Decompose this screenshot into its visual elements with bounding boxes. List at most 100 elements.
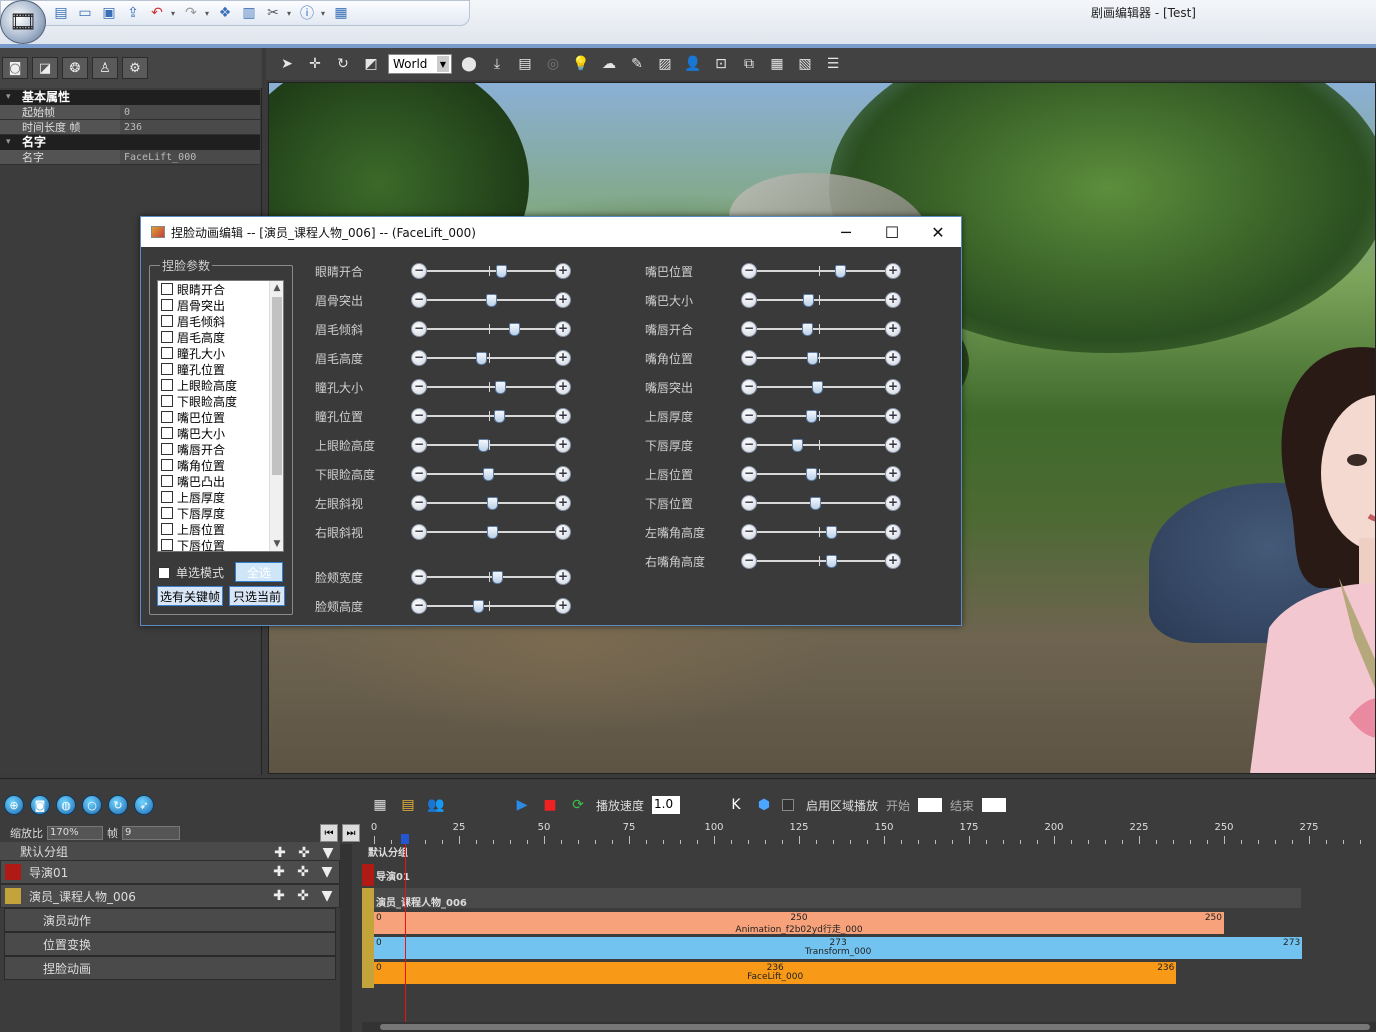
slider-thumb[interactable] [492, 571, 504, 584]
clipboard-icon[interactable]: ▤ [514, 53, 536, 75]
slider-track[interactable] [427, 379, 555, 395]
category-name[interactable]: 名字 [0, 135, 260, 150]
checklist-item[interactable]: 嘴巴位置 [158, 409, 283, 425]
increment-icon[interactable]: + [555, 379, 571, 395]
select-keyframes-button[interactable]: 选有关键帧 [157, 586, 223, 606]
subtrack-action[interactable]: 演员动作 [4, 908, 336, 932]
checkbox[interactable] [161, 523, 173, 535]
slider-thumb[interactable] [805, 410, 817, 423]
slider-track[interactable] [427, 466, 555, 482]
clip[interactable]: 0 236 FaceLift_000 236 [374, 962, 1177, 984]
refresh-icon[interactable]: ↻ [108, 795, 128, 815]
open-folder-icon[interactable]: ▭ [75, 3, 95, 23]
slider-track[interactable] [427, 495, 555, 511]
slider-thumb[interactable] [475, 352, 487, 365]
grid-icon[interactable]: ▦ [370, 795, 390, 815]
slider-thumb[interactable] [807, 352, 819, 365]
add-multi-icon[interactable]: ✜ [293, 887, 313, 905]
decrement-icon[interactable]: − [411, 379, 427, 395]
property-value[interactable]: 0 [120, 105, 260, 119]
decrement-icon[interactable]: − [741, 408, 757, 424]
increment-icon[interactable]: + [885, 350, 901, 366]
checklist-item[interactable]: 下眼睑高度 [158, 393, 283, 409]
app-logo-icon[interactable]: 🎞 [0, 0, 46, 44]
slider-track[interactable] [427, 408, 555, 424]
slider-thumb[interactable] [826, 526, 838, 539]
track-scrollbar[interactable] [340, 844, 352, 1032]
slider-track[interactable] [427, 437, 555, 453]
increment-icon[interactable]: + [885, 524, 901, 540]
slider-track[interactable] [757, 321, 885, 337]
checklist-item[interactable]: 上眼睑高度 [158, 377, 283, 393]
drop-icon[interactable]: ⤓ [486, 53, 508, 75]
add-track-icon[interactable]: ⊕ [4, 795, 24, 815]
decrement-icon[interactable]: − [741, 495, 757, 511]
slider-track[interactable] [757, 495, 885, 511]
checkbox[interactable] [161, 539, 173, 551]
scale-icon[interactable]: ◩ [360, 53, 382, 75]
category-basic[interactable]: 基本属性 [0, 90, 260, 105]
slider-thumb[interactable] [487, 497, 499, 510]
increment-icon[interactable]: + [555, 466, 571, 482]
export-icon[interactable]: ⇪ [123, 3, 143, 23]
person-icon[interactable]: ♙ [92, 57, 118, 79]
globe-icon[interactable]: ◍ [56, 795, 76, 815]
weather-icon[interactable]: ☁ [598, 53, 620, 75]
add-icon[interactable]: ✚ [269, 887, 289, 905]
playhead-handle[interactable] [400, 834, 409, 844]
maximize-button[interactable]: ☐ [869, 217, 915, 247]
increment-icon[interactable]: + [885, 379, 901, 395]
slider-track[interactable] [427, 598, 555, 614]
property-row[interactable]: 起始帧 0 [0, 105, 260, 120]
dialog-titlebar[interactable]: 捏脸动画编辑 -- [演员_课程人物_006] -- (FaceLift_000… [141, 217, 961, 247]
checklist-item[interactable]: 眉毛高度 [158, 329, 283, 345]
slider-track[interactable] [427, 292, 555, 308]
playhead[interactable] [404, 844, 406, 1024]
dropdown-icon[interactable]: ▼ [317, 887, 337, 905]
decrement-icon[interactable]: − [741, 524, 757, 540]
effect-icon[interactable]: ❂ [62, 57, 88, 79]
checklist-item[interactable]: 瞳孔位置 [158, 361, 283, 377]
slider-track[interactable] [757, 437, 885, 453]
decrement-icon[interactable]: − [411, 408, 427, 424]
decrement-icon[interactable]: − [411, 263, 427, 279]
slider-thumb[interactable] [483, 468, 495, 481]
redo-dropdown-icon[interactable]: ▾ [205, 9, 211, 18]
camera-track-icon[interactable]: ◙ [30, 795, 50, 815]
decrement-icon[interactable]: − [411, 350, 427, 366]
increment-icon[interactable]: + [555, 263, 571, 279]
decrement-icon[interactable]: − [741, 553, 757, 569]
save-icon[interactable]: ▣ [99, 3, 119, 23]
increment-icon[interactable]: + [555, 350, 571, 366]
slider-track[interactable] [757, 408, 885, 424]
compass-icon[interactable]: ➶ [134, 795, 154, 815]
increment-icon[interactable]: + [555, 598, 571, 614]
dropdown-icon[interactable]: ▼ [317, 863, 337, 881]
subtrack-transform[interactable]: 位置变换 [4, 932, 336, 956]
property-value[interactable]: FaceLift_000 [120, 150, 260, 164]
end-input[interactable] [982, 798, 1007, 812]
decrement-icon[interactable]: − [411, 598, 427, 614]
film-icon[interactable]: ▤ [398, 795, 418, 815]
ring-icon[interactable]: ○ [82, 795, 102, 815]
increment-icon[interactable]: + [885, 437, 901, 453]
decrement-icon[interactable]: − [411, 292, 427, 308]
checklist-item[interactable]: 嘴角位置 [158, 457, 283, 473]
director-track[interactable]: 导演01 ✚ ✜ ▼ [0, 860, 340, 884]
slider-thumb[interactable] [509, 323, 521, 336]
decrement-icon[interactable]: − [741, 321, 757, 337]
people-icon[interactable]: 👥 [426, 795, 446, 815]
decrement-icon[interactable]: − [741, 263, 757, 279]
decrement-icon[interactable]: − [741, 292, 757, 308]
checklist-item[interactable]: 嘴巴凸出 [158, 473, 283, 489]
increment-icon[interactable]: + [555, 292, 571, 308]
increment-icon[interactable]: + [555, 495, 571, 511]
checkbox[interactable] [161, 363, 173, 375]
tools-dropdown-icon[interactable]: ▾ [287, 9, 293, 18]
info-dropdown-icon[interactable]: ▾ [321, 9, 327, 18]
clip[interactable]: 0 250 Animation_f2b02yd行走_000 250 [374, 912, 1224, 935]
next-frame-icon[interactable]: ⏭ [342, 824, 360, 842]
slider-track[interactable] [427, 524, 555, 540]
checkbox[interactable] [161, 443, 173, 455]
slider-thumb[interactable] [803, 294, 815, 307]
